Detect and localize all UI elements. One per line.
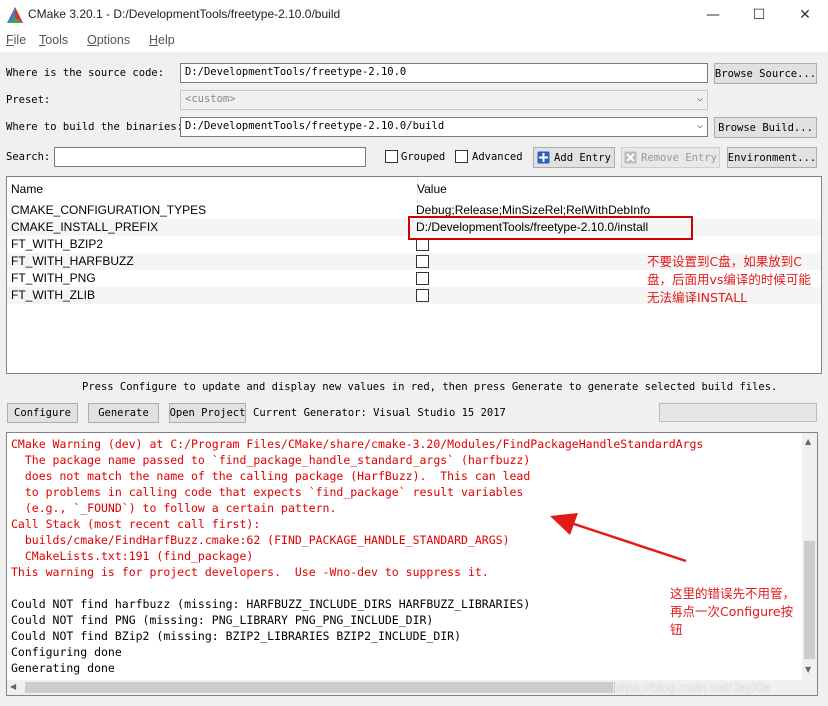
search-label: Search: (6, 151, 51, 163)
log-line: Configuring done (11, 645, 122, 659)
annotation-error-line1: 这里的错误先不用管， (670, 586, 796, 601)
grouped-checkbox[interactable] (385, 150, 398, 163)
log-line: Could NOT find harfbuzz (missing: HARFBU… (11, 597, 531, 611)
open-project-button[interactable]: Open Project (169, 403, 246, 423)
browse-build-button[interactable]: Browse Build... (714, 117, 817, 138)
minimize-button[interactable]: — (690, 0, 736, 30)
log-line: This warning is for project developers. … (11, 565, 489, 579)
scroll-down-icon[interactable]: ▼ (805, 665, 811, 674)
entry-name: CMAKE_CONFIGURATION_TYPES (11, 203, 207, 217)
entry-name: FT_WITH_HARFBUZZ (11, 254, 134, 268)
grouped-label: Grouped (401, 151, 446, 163)
log-line: CMake Warning (dev) at C:/Program Files/… (11, 437, 704, 451)
plus-icon (537, 151, 550, 164)
annotation-error-line2: 再点一次Configure按 (670, 604, 794, 619)
log-line: Call Stack (most recent call first): (11, 517, 261, 531)
install-prefix-highlight (408, 216, 693, 240)
environment-button[interactable]: Environment... (727, 147, 817, 168)
preset-label: Preset: (6, 94, 51, 106)
source-label: Where is the source code: (6, 67, 165, 79)
add-entry-label: Add Entry (554, 151, 611, 164)
log-line: (e.g., `_FOUND`) to follow a certain pat… (11, 501, 337, 515)
progress-bar (659, 403, 817, 422)
build-path-value: D:/DevelopmentTools/freetype-2.10.0/buil… (185, 120, 445, 132)
menu-bar: File Tools Options Help (0, 30, 828, 52)
column-header-name: Name (11, 182, 44, 196)
column-header-value: Value (417, 182, 447, 196)
scroll-up-icon[interactable]: ▲ (805, 437, 811, 446)
remove-entry-button[interactable]: Remove Entry (621, 147, 720, 168)
chevron-down-icon: ⌵ (696, 120, 703, 131)
log-line: Could NOT find PNG (missing: PNG_LIBRARY… (11, 613, 434, 627)
chevron-down-icon: ⌵ (696, 93, 703, 104)
vertical-scroll-thumb[interactable] (804, 541, 815, 659)
entry-value: Debug;Release;MinSizeRel;RelWithDebInfo (416, 203, 651, 217)
entry-checkbox[interactable] (416, 255, 429, 268)
log-line: to problems in calling code that expects… (11, 485, 524, 499)
entry-name: FT_WITH_PNG (11, 271, 96, 285)
search-input[interactable] (54, 147, 366, 167)
log-line: Generating done (11, 661, 115, 675)
annotation-error-line3: 钮 (670, 622, 683, 637)
log-line: Could NOT find BZip2 (missing: BZIP2_LIB… (11, 629, 462, 643)
remove-entry-label: Remove Entry (641, 151, 717, 164)
menu-tools[interactable]: Tools (39, 33, 68, 47)
log-line: builds/cmake/FindHarfBuzz.cmake:62 (FIND… (11, 533, 510, 547)
remove-icon (624, 151, 637, 164)
window-title: CMake 3.20.1 - D:/DevelopmentTools/freet… (28, 7, 341, 21)
generate-button[interactable]: Generate (88, 403, 159, 423)
cmake-logo-icon (7, 7, 23, 23)
add-entry-button[interactable]: Add Entry (533, 147, 615, 168)
menu-help[interactable]: Help (149, 33, 175, 47)
build-label: Where to build the binaries: (6, 121, 184, 133)
watermark: https://blog.csdn.net/JayXie (612, 680, 771, 695)
annotation-install-line1: 不要设置到C盘，如果放到C (647, 254, 802, 269)
entry-name: FT_WITH_BZIP2 (11, 237, 104, 251)
configure-hint: Press Configure to update and display ne… (82, 381, 778, 393)
current-generator: Current Generator: Visual Studio 15 2017 (253, 407, 506, 419)
output-vertical-scrollbar[interactable]: ▲ ▼ (802, 433, 817, 695)
preset-value: <custom> (185, 93, 236, 105)
annotation-arrow-icon (550, 513, 687, 563)
horizontal-scroll-thumb[interactable] (25, 682, 615, 693)
log-line: does not match the name of the calling p… (11, 469, 531, 483)
annotation-install-line2: 盘，后面用vs编译的时候可能 (647, 272, 811, 287)
cache-table: Name Value CMAKE_CONFIGURATION_TYPES Deb… (6, 176, 822, 374)
menu-file[interactable]: File (6, 33, 26, 47)
browse-source-button[interactable]: Browse Source... (714, 63, 817, 84)
build-path-combo[interactable]: D:/DevelopmentTools/freetype-2.10.0/buil… (180, 117, 708, 137)
close-button[interactable]: ✕ (782, 0, 828, 30)
advanced-checkbox[interactable] (455, 150, 468, 163)
entry-name: CMAKE_INSTALL_PREFIX (11, 220, 159, 234)
maximize-button[interactable]: ☐ (736, 0, 782, 30)
log-line: The package name passed to `find_package… (11, 453, 531, 467)
advanced-label: Advanced (472, 151, 523, 163)
source-path-input[interactable]: D:/DevelopmentTools/freetype-2.10.0 (180, 63, 708, 83)
menu-options[interactable]: Options (87, 33, 130, 47)
annotation-install-line3: 无法编译INSTALL (647, 290, 748, 305)
scroll-left-icon[interactable]: ◀ (10, 682, 16, 691)
log-line: CMakeLists.txt:191 (find_package) (11, 549, 254, 563)
preset-combo[interactable]: <custom> ⌵ (180, 90, 708, 110)
configure-button[interactable]: Configure (7, 403, 78, 423)
title-bar: CMake 3.20.1 - D:/DevelopmentTools/freet… (0, 0, 828, 30)
entry-checkbox[interactable] (416, 289, 429, 302)
entry-name: FT_WITH_ZLIB (11, 288, 96, 302)
entry-checkbox[interactable] (416, 272, 429, 285)
